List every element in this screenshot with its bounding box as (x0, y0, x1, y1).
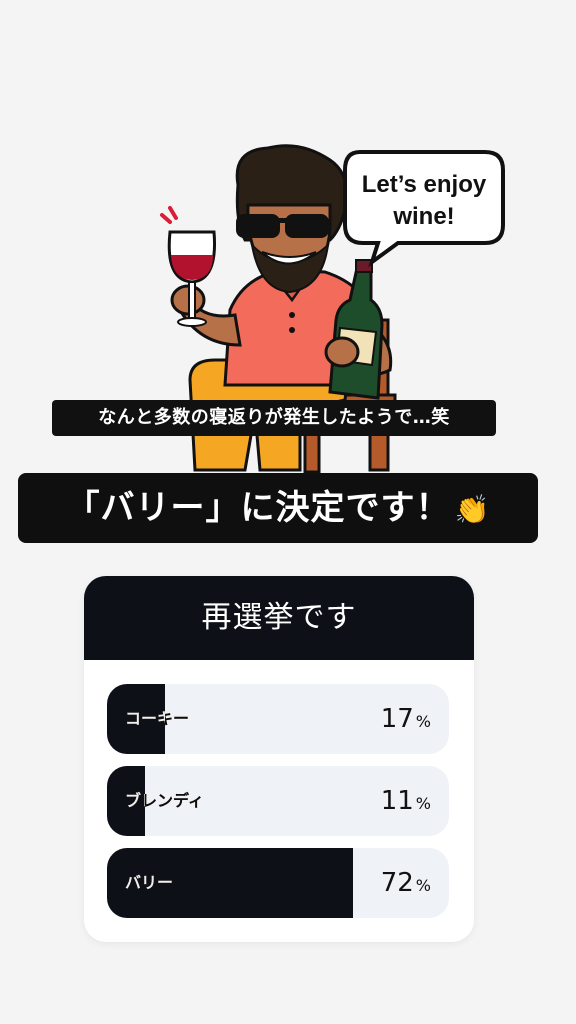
arm-left (170, 284, 242, 347)
poll-title: 再選挙です (84, 576, 474, 660)
poll-option-percent: 72% (380, 868, 431, 898)
wine-glass (160, 206, 217, 327)
poll-option-percent: 11% (380, 786, 431, 816)
caption-banner: なんと多数の寝返りが発生したようで…笑 (52, 400, 496, 436)
poll-option-barry[interactable]: バリー 72% (107, 848, 449, 918)
poll-option-blendy[interactable]: ブレンディ 11% (107, 766, 449, 836)
clap-icon: 👏 (454, 492, 491, 526)
caption-text: なんと多数の寝返りが発生したようで…笑 (98, 407, 450, 428)
svg-text:wine!: wine! (392, 203, 454, 230)
headline-text: 「バリー」に決定です！ (65, 488, 451, 528)
poll-option-label: コーキー (125, 709, 190, 728)
speech-bubble: Let’s enjoy wine! (343, 150, 505, 268)
poll-option-corky[interactable]: コーキー 17% (107, 684, 449, 754)
poll-option-percent: 17% (380, 704, 431, 734)
poll-option-label: バリー (125, 873, 174, 892)
svg-text:Let’s enjoy: Let’s enjoy (362, 171, 487, 198)
head (235, 144, 349, 294)
poll-option-label: ブレンディ (125, 791, 204, 810)
poll-card: 再選挙です コーキー 17% ブレンディ 11% バリー 72% (84, 576, 474, 942)
headline-banner: 「バリー」に決定です！ 👏 (18, 473, 538, 543)
